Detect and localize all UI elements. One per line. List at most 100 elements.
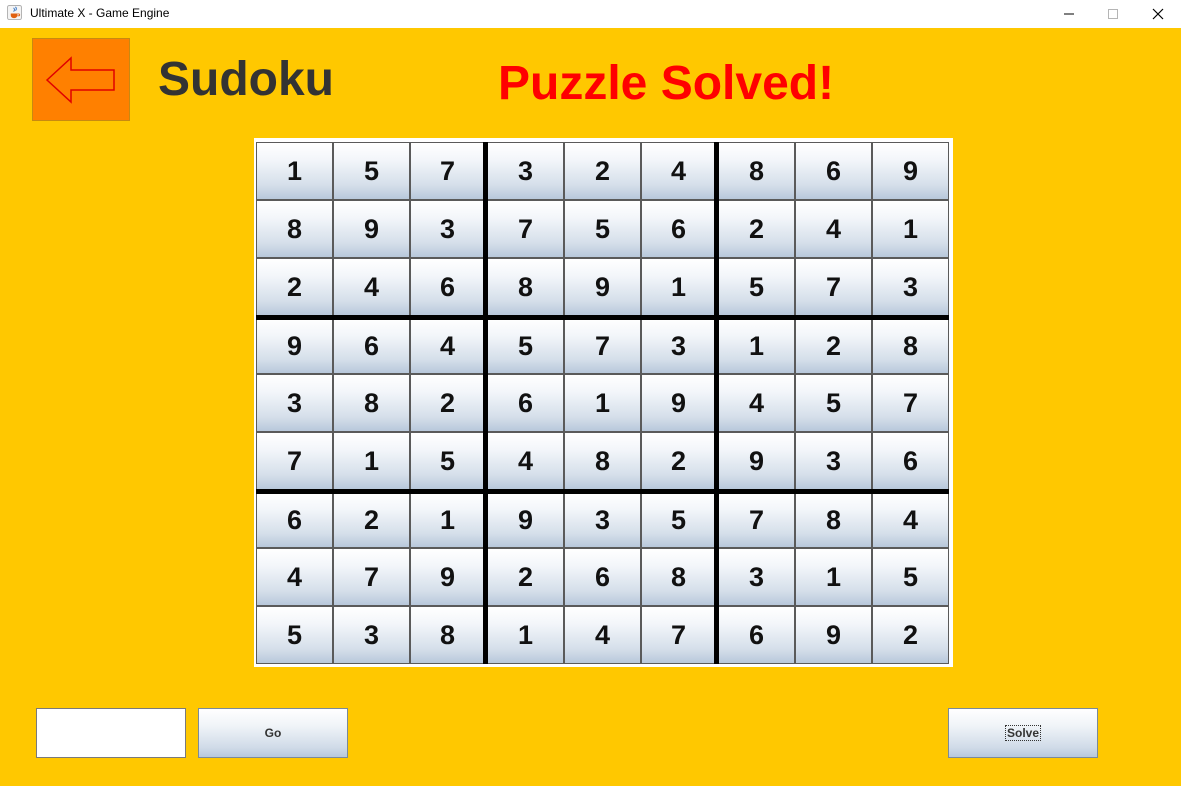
block-divider-horizontal: [256, 489, 949, 494]
sudoku-cell[interactable]: 5: [641, 492, 716, 548]
sudoku-cell[interactable]: 4: [564, 606, 641, 664]
sudoku-cell[interactable]: 2: [564, 142, 641, 200]
sudoku-cell[interactable]: 5: [795, 374, 872, 432]
sudoku-cell[interactable]: 7: [872, 374, 949, 432]
sudoku-cell[interactable]: 3: [333, 606, 410, 664]
sudoku-cell[interactable]: 6: [333, 318, 410, 374]
sudoku-cell[interactable]: 7: [718, 492, 795, 548]
sudoku-cell[interactable]: 1: [564, 374, 641, 432]
sudoku-cell[interactable]: 8: [564, 432, 641, 490]
close-icon: [1152, 8, 1164, 20]
sudoku-cell[interactable]: 7: [795, 258, 872, 316]
sudoku-cell[interactable]: 1: [718, 318, 795, 374]
sudoku-cell[interactable]: 2: [641, 432, 716, 490]
sudoku-cell[interactable]: 4: [872, 492, 949, 548]
block-divider-horizontal: [256, 315, 949, 320]
left-arrow-icon: [45, 55, 115, 104]
sudoku-cell[interactable]: 6: [410, 258, 485, 316]
sudoku-cell[interactable]: 4: [333, 258, 410, 316]
sudoku-cell[interactable]: 8: [795, 492, 872, 548]
sudoku-cell[interactable]: 2: [872, 606, 949, 664]
sudoku-cell[interactable]: 1: [256, 142, 333, 200]
sudoku-cell[interactable]: 1: [333, 432, 410, 490]
solve-button[interactable]: Solve: [948, 708, 1098, 758]
sudoku-cell[interactable]: 7: [256, 432, 333, 490]
go-label: Go: [264, 726, 282, 740]
close-button[interactable]: [1135, 0, 1181, 28]
sudoku-cell[interactable]: 6: [256, 492, 333, 548]
sudoku-cell[interactable]: 2: [410, 374, 485, 432]
sudoku-cell[interactable]: 3: [795, 432, 872, 490]
block-divider-vertical: [483, 142, 488, 664]
sudoku-cell[interactable]: 2: [256, 258, 333, 316]
sudoku-cell[interactable]: 5: [872, 548, 949, 606]
sudoku-cell[interactable]: 7: [564, 318, 641, 374]
maximize-icon: [1108, 9, 1118, 19]
sudoku-cell[interactable]: 5: [410, 432, 485, 490]
sudoku-cell[interactable]: 6: [795, 142, 872, 200]
back-button[interactable]: [32, 38, 130, 121]
sudoku-cell[interactable]: 2: [333, 492, 410, 548]
sudoku-cell[interactable]: 9: [487, 492, 564, 548]
sudoku-cell[interactable]: 2: [795, 318, 872, 374]
sudoku-cell[interactable]: 9: [641, 374, 716, 432]
sudoku-cell[interactable]: 1: [410, 492, 485, 548]
sudoku-cell[interactable]: 3: [410, 200, 485, 258]
sudoku-cell[interactable]: 5: [333, 142, 410, 200]
sudoku-cell[interactable]: 6: [718, 606, 795, 664]
minimize-icon: [1064, 13, 1074, 15]
minimize-button[interactable]: [1046, 0, 1092, 28]
sudoku-cell[interactable]: 1: [872, 200, 949, 258]
sudoku-cell[interactable]: 5: [256, 606, 333, 664]
sudoku-cell[interactable]: 9: [410, 548, 485, 606]
sudoku-cell[interactable]: 5: [487, 318, 564, 374]
sudoku-cell[interactable]: 7: [333, 548, 410, 606]
sudoku-cell[interactable]: 5: [718, 258, 795, 316]
sudoku-cell[interactable]: 1: [641, 258, 716, 316]
sudoku-cell[interactable]: 3: [641, 318, 716, 374]
go-button[interactable]: Go: [198, 708, 348, 758]
java-cup-icon: [7, 5, 22, 20]
sudoku-cell[interactable]: 4: [641, 142, 716, 200]
sudoku-cell[interactable]: 6: [872, 432, 949, 490]
sudoku-cell[interactable]: 3: [256, 374, 333, 432]
sudoku-cell[interactable]: 2: [718, 200, 795, 258]
page-title: Sudoku: [158, 53, 334, 106]
sudoku-cell[interactable]: 5: [564, 200, 641, 258]
sudoku-cell[interactable]: 6: [641, 200, 716, 258]
sudoku-cell[interactable]: 6: [487, 374, 564, 432]
sudoku-cell[interactable]: 4: [256, 548, 333, 606]
sudoku-cell[interactable]: 8: [487, 258, 564, 316]
sudoku-cell[interactable]: 8: [410, 606, 485, 664]
sudoku-cell[interactable]: 1: [795, 548, 872, 606]
window-title: Ultimate X - Game Engine: [30, 6, 170, 20]
sudoku-cell[interactable]: 8: [872, 318, 949, 374]
sudoku-cell[interactable]: 6: [564, 548, 641, 606]
sudoku-cell[interactable]: 9: [872, 142, 949, 200]
sudoku-cell[interactable]: 4: [410, 318, 485, 374]
sudoku-cell[interactable]: 9: [333, 200, 410, 258]
sudoku-cell[interactable]: 3: [564, 492, 641, 548]
sudoku-cell[interactable]: 8: [256, 200, 333, 258]
sudoku-cell[interactable]: 3: [872, 258, 949, 316]
sudoku-cell[interactable]: 3: [487, 142, 564, 200]
sudoku-cell[interactable]: 4: [795, 200, 872, 258]
sudoku-cell[interactable]: 4: [718, 374, 795, 432]
sudoku-cell[interactable]: 8: [718, 142, 795, 200]
sudoku-cell[interactable]: 1: [487, 606, 564, 664]
sudoku-cell[interactable]: 7: [641, 606, 716, 664]
sudoku-cell[interactable]: 9: [256, 318, 333, 374]
sudoku-cell[interactable]: 4: [487, 432, 564, 490]
status-message: Puzzle Solved!: [498, 57, 835, 110]
sudoku-cell[interactable]: 8: [333, 374, 410, 432]
sudoku-cell[interactable]: 9: [718, 432, 795, 490]
sudoku-cell[interactable]: 7: [487, 200, 564, 258]
sudoku-cell[interactable]: 2: [487, 548, 564, 606]
sudoku-cell[interactable]: 3: [718, 548, 795, 606]
sudoku-cell[interactable]: 8: [641, 548, 716, 606]
maximize-button[interactable]: [1090, 0, 1136, 28]
sudoku-cell[interactable]: 7: [410, 142, 485, 200]
number-input[interactable]: [36, 708, 186, 758]
sudoku-cell[interactable]: 9: [795, 606, 872, 664]
sudoku-cell[interactable]: 9: [564, 258, 641, 316]
